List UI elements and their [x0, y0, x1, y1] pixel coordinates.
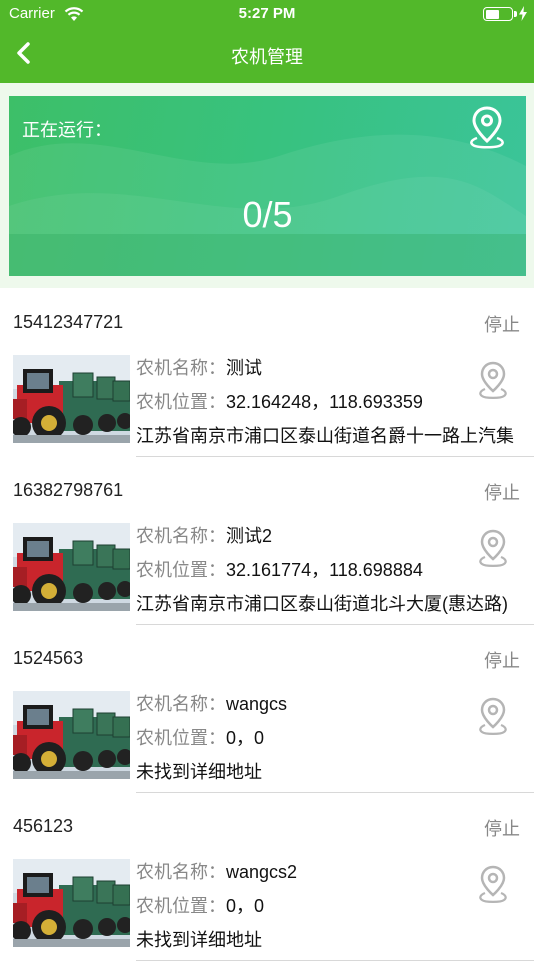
machine-position-label: 农机位置： — [136, 560, 226, 580]
divider — [136, 960, 534, 961]
location-pin-icon[interactable] — [467, 105, 507, 151]
machine-address: 江苏省南京市浦口区泰山街道名爵十一路上汽集 — [136, 426, 514, 446]
machine-name: 测试2 — [226, 526, 273, 546]
machine-phone: 16382798761 — [13, 480, 124, 500]
charging-bolt-icon — [519, 6, 527, 21]
running-banner: 正在运行： 0/5 — [9, 96, 526, 276]
page-title: 农机管理 — [231, 47, 303, 67]
machine-name: wangcs2 — [226, 862, 298, 882]
machine-name-label: 农机名称： — [136, 862, 226, 882]
machine-position: 32.164248，118.693359 — [226, 392, 423, 412]
running-count: 0/5 — [242, 194, 293, 235]
status-button[interactable]: 停止 — [484, 815, 520, 841]
list-item[interactable]: 15412347721 停止 农机名称：测试 农机位置：32.164248，11… — [0, 293, 534, 461]
machine-photo — [13, 523, 130, 611]
machine-name-label: 农机名称： — [136, 526, 226, 546]
machine-photo — [13, 355, 130, 443]
running-summary: 正在运行： 0/5 — [0, 83, 534, 288]
nav-header: Carrier 5:27 PM 农机管理 — [0, 0, 534, 83]
machine-address: 江苏省南京市浦口区泰山街道北斗大厦(惠达路) — [136, 594, 508, 614]
location-pin-icon[interactable] — [476, 697, 510, 737]
machine-position-row: 农机位置：32.161774，118.698884 — [136, 556, 423, 582]
machine-position: 0，0 — [226, 728, 265, 748]
list-item[interactable]: 16382798761 停止 农机名称：测试2 农机位置：32.161774，1… — [0, 461, 534, 629]
machine-photo — [13, 859, 130, 947]
machine-name: 测试 — [226, 358, 262, 378]
machine-name-label: 农机名称： — [136, 358, 226, 378]
machine-position-label: 农机位置： — [136, 392, 226, 412]
machine-position-label: 农机位置： — [136, 728, 226, 748]
machine-phone: 456123 — [13, 816, 74, 836]
machine-position-row: 农机位置：0，0 — [136, 892, 264, 918]
machine-address: 未找到详细地址 — [136, 762, 262, 782]
machine-position: 32.161774，118.698884 — [226, 560, 423, 580]
machine-list: 15412347721 停止 农机名称：测试 农机位置：32.164248，11… — [0, 293, 534, 965]
machine-position-row: 农机位置：32.164248，118.693359 — [136, 388, 423, 414]
machine-address: 未找到详细地址 — [136, 930, 262, 950]
location-pin-icon[interactable] — [476, 361, 510, 401]
status-button[interactable]: 停止 — [484, 479, 520, 505]
status-bar: Carrier 5:27 PM — [0, 0, 534, 28]
divider — [136, 624, 534, 625]
list-item[interactable]: 1524563 停止 农机名称：wangcs 农机位置：0，0 未找到详细地址 — [0, 629, 534, 797]
divider — [136, 456, 534, 457]
running-label: 正在运行： — [22, 120, 112, 140]
list-item[interactable]: 456123 停止 农机名称：wangcs2 农机位置：0，0 未找到详细地址 — [0, 797, 534, 965]
status-button[interactable]: 停止 — [484, 647, 520, 673]
machine-phone: 1524563 — [13, 648, 84, 668]
machine-name: wangcs — [226, 694, 288, 714]
machine-phone: 15412347721 — [13, 312, 124, 332]
location-pin-icon[interactable] — [476, 529, 510, 569]
machine-name-label: 农机名称： — [136, 694, 226, 714]
machine-name-row: 农机名称：wangcs — [136, 690, 287, 716]
battery-icon — [483, 7, 517, 21]
machine-name-row: 农机名称：wangcs2 — [136, 858, 297, 884]
clock: 5:27 PM — [238, 5, 296, 22]
machine-name-row: 农机名称：测试2 — [136, 522, 272, 548]
status-button[interactable]: 停止 — [484, 311, 520, 337]
machine-position-row: 农机位置：0，0 — [136, 724, 264, 750]
location-pin-icon[interactable] — [476, 865, 510, 905]
machine-name-row: 农机名称：测试 — [136, 354, 262, 380]
machine-photo — [13, 691, 130, 779]
machine-position-label: 农机位置： — [136, 896, 226, 916]
divider — [136, 792, 534, 793]
machine-position: 0，0 — [226, 896, 265, 916]
